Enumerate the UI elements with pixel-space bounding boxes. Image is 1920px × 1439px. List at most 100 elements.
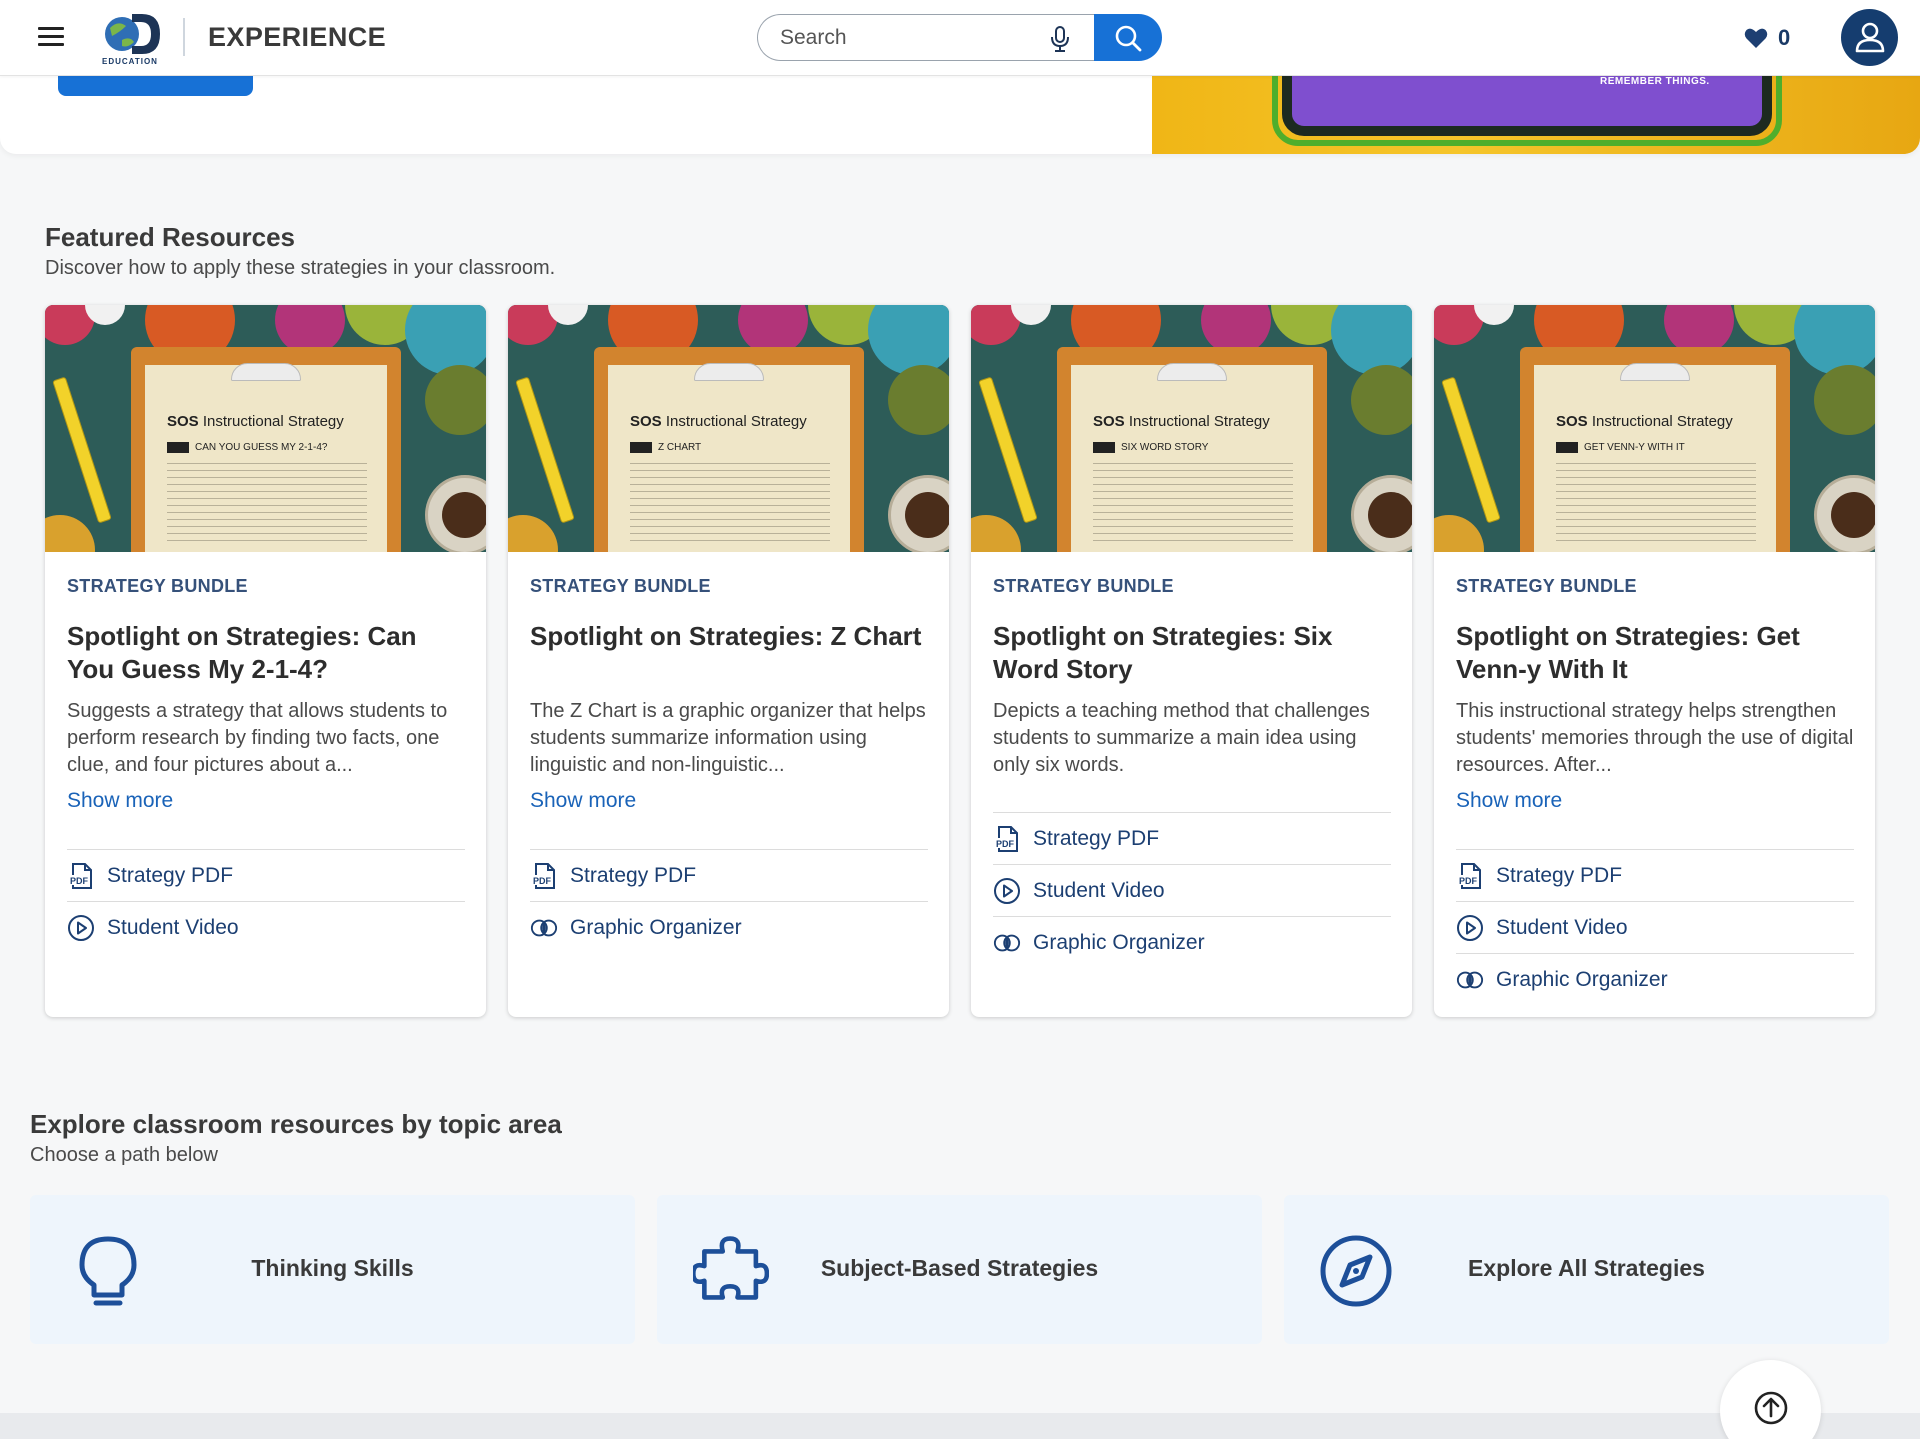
card-thumbnail[interactable]: SOS Instructional Strategy CAN YOU GUESS…	[45, 305, 486, 552]
hero-image: REMEMBER THINGS.	[1152, 76, 1920, 154]
topics-section-subtitle: Choose a path below	[30, 1144, 218, 1166]
search-input[interactable]	[780, 25, 1040, 51]
resource-card[interactable]: SOS Instructional Strategy CAN YOU GUESS…	[45, 305, 486, 1017]
svg-text:PDF: PDF	[70, 876, 89, 886]
card-thumbnail[interactable]: SOS Instructional Strategy SIX WORD STOR…	[971, 305, 1412, 552]
resource-link-strategy-pdf[interactable]: PDF Strategy PDF	[993, 812, 1391, 864]
show-more-link[interactable]: Show more	[530, 789, 636, 813]
resource-link-label: Graphic Organizer	[1033, 930, 1205, 954]
card-category: STRATEGY BUNDLE	[993, 576, 1174, 596]
decor-shape	[1331, 305, 1412, 375]
play-circle-icon	[993, 877, 1021, 905]
topic-thinking-skills[interactable]: Thinking Skills	[30, 1195, 635, 1344]
hero-cta-button[interactable]	[58, 76, 253, 96]
resource-link-label: Strategy PDF	[1033, 826, 1160, 850]
resource-link-strategy-pdf[interactable]: PDF Strategy PDF	[1456, 849, 1854, 901]
card-resource-links: PDF Strategy PDF Student Video Graphic O…	[993, 812, 1391, 968]
topic-label: Thinking Skills	[251, 1255, 414, 1281]
menu-icon[interactable]	[38, 27, 64, 47]
decor-shape	[405, 305, 486, 375]
resource-link-graphic-organizer[interactable]: Graphic Organizer	[1456, 953, 1854, 1005]
card-category: STRATEGY BUNDLE	[67, 576, 248, 596]
decor-shape	[1434, 515, 1484, 552]
topic-explore-all-strategies[interactable]: Explore All Strategies	[1284, 1195, 1889, 1344]
resource-link-label: Student Video	[1033, 878, 1165, 902]
decor-shape	[508, 515, 558, 552]
featured-section-title: Featured Resources	[45, 222, 295, 252]
heart-icon	[1744, 28, 1768, 48]
thumbnail-strategy-name: CAN YOU GUESS MY 2-1-4?	[167, 442, 327, 453]
thumbnail-heading: SOS Instructional Strategy	[1556, 413, 1733, 430]
user-icon	[1855, 22, 1885, 53]
clip-image	[1157, 363, 1227, 381]
hero-banner: REMEMBER THINGS.	[0, 76, 1920, 154]
favorites-button[interactable]: 0	[1744, 22, 1790, 54]
card-category: STRATEGY BUNDLE	[530, 576, 711, 596]
card-resource-links: PDF Strategy PDF Graphic Organizer	[530, 849, 928, 953]
card-title[interactable]: Spotlight on Strategies: Six Word Story	[993, 620, 1393, 686]
decor-shape	[1794, 305, 1875, 375]
thumbnail-text-lines	[1093, 463, 1293, 543]
card-description: Depicts a teaching method that challenge…	[993, 700, 1370, 776]
topic-subject-based-strategies[interactable]: Subject-Based Strategies	[657, 1195, 1262, 1344]
card-description: Suggests a strategy that allows students…	[67, 700, 448, 776]
venn-diagram-icon	[530, 914, 558, 942]
resource-link-label: Graphic Organizer	[570, 915, 742, 939]
play-circle-icon	[1456, 914, 1484, 942]
card-title[interactable]: Spotlight on Strategies: Can You Guess M…	[67, 620, 467, 686]
show-more-link[interactable]: Show more	[1456, 789, 1562, 813]
resource-link-label: Student Video	[107, 915, 239, 939]
card-thumbnail[interactable]: SOS Instructional Strategy GET VENN-Y WI…	[1434, 305, 1875, 552]
hero-image-text: REMEMBER THINGS.	[1600, 76, 1710, 87]
thumbnail-heading: SOS Instructional Strategy	[167, 413, 344, 430]
resource-link-label: Student Video	[1496, 915, 1628, 939]
search-button[interactable]	[1094, 14, 1162, 61]
card-thumbnail[interactable]: SOS Instructional Strategy Z CHART	[508, 305, 949, 552]
resource-link-label: Strategy PDF	[1496, 863, 1623, 887]
resource-link-graphic-organizer[interactable]: Graphic Organizer	[993, 916, 1391, 968]
resource-link-graphic-organizer[interactable]: Graphic Organizer	[530, 901, 928, 953]
resource-link-student-video[interactable]: Student Video	[1456, 901, 1854, 953]
resource-link-student-video[interactable]: Student Video	[67, 901, 465, 953]
svg-text:PDF: PDF	[1459, 876, 1478, 886]
resource-card[interactable]: SOS Instructional Strategy GET VENN-Y WI…	[1434, 305, 1875, 1017]
clip-image	[231, 363, 301, 381]
show-more-link[interactable]: Show more	[67, 789, 173, 813]
resource-card[interactable]: SOS Instructional Strategy SIX WORD STOR…	[971, 305, 1412, 1017]
card-title[interactable]: Spotlight on Strategies: Z Chart	[530, 620, 930, 653]
card-description: This instructional strategy helps streng…	[1456, 700, 1854, 776]
decor-shape	[1351, 365, 1412, 435]
discovery-education-logo[interactable]: EDUCATION	[98, 10, 164, 66]
card-title[interactable]: Spotlight on Strategies: Get Venn-y With…	[1456, 620, 1856, 686]
resource-link-strategy-pdf[interactable]: PDF Strategy PDF	[67, 849, 465, 901]
thumbnail-strategy-name: SIX WORD STORY	[1093, 442, 1208, 453]
resource-link-student-video[interactable]: Student Video	[993, 864, 1391, 916]
resource-card[interactable]: SOS Instructional Strategy Z CHART STRAT…	[508, 305, 949, 1017]
svg-text:PDF: PDF	[533, 876, 552, 886]
venn-diagram-icon	[993, 929, 1021, 957]
back-to-top-button[interactable]	[1720, 1360, 1821, 1439]
decor-shape	[868, 305, 949, 375]
top-navigation-bar: EDUCATION EXPERIENCE 0	[0, 0, 1920, 76]
pdf-icon: PDF	[530, 862, 558, 890]
user-account-button[interactable]	[1841, 9, 1898, 66]
favorites-count: 0	[1778, 25, 1791, 50]
pencil-image	[515, 376, 575, 524]
resource-link-label: Strategy PDF	[570, 863, 697, 887]
brand-title[interactable]: EXPERIENCE	[208, 22, 386, 53]
resource-link-label: Graphic Organizer	[1496, 967, 1668, 991]
decor-shape	[1814, 365, 1875, 435]
thumbnail-heading: SOS Instructional Strategy	[630, 413, 807, 430]
microphone-icon[interactable]	[1050, 26, 1070, 52]
decor-shape	[45, 515, 95, 552]
venn-diagram-icon	[1456, 966, 1484, 994]
card-description: The Z Chart is a graphic organizer that …	[530, 700, 926, 776]
arrow-up-circle-icon	[1754, 1391, 1788, 1425]
card-category: STRATEGY BUNDLE	[1456, 576, 1637, 596]
thumbnail-text-lines	[1556, 463, 1756, 543]
svg-text:PDF: PDF	[996, 839, 1015, 849]
resource-link-label: Strategy PDF	[107, 863, 234, 887]
card-resource-links: PDF Strategy PDF Student Video	[67, 849, 465, 953]
clip-image	[694, 363, 764, 381]
resource-link-strategy-pdf[interactable]: PDF Strategy PDF	[530, 849, 928, 901]
